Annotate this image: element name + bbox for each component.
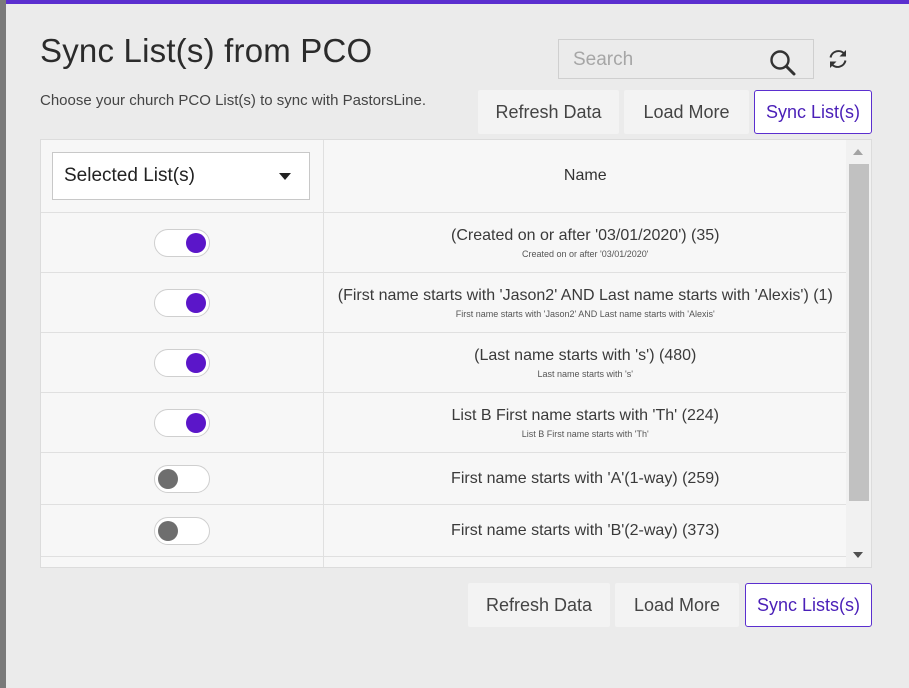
toggle-knob <box>185 232 206 253</box>
list-sync-toggle[interactable] <box>153 516 210 545</box>
list-name: First name starts with 'B'(2-way) (373) <box>451 521 720 539</box>
scroll-up-arrow-icon[interactable] <box>853 149 863 155</box>
modal-title: Sync List(s) from PCO <box>40 32 373 69</box>
chevron-down-icon <box>279 173 291 180</box>
scroll-down-arrow-icon[interactable] <box>853 552 863 558</box>
load-more-button-top[interactable]: Load More <box>624 90 749 134</box>
list-description: List B First name starts with 'Th' <box>521 428 649 439</box>
filter-header-cell: Selected List(s) <box>41 140 324 213</box>
table-row: (Created on or after '03/01/2020') (35) … <box>41 212 847 273</box>
list-name: List B First name starts with 'Th' (224) <box>451 406 719 424</box>
name-column-header: Name <box>323 140 847 213</box>
toggle-knob <box>157 520 178 541</box>
load-more-button-bottom[interactable]: Load More <box>615 583 739 627</box>
search-icon[interactable] <box>769 49 797 77</box>
table-row: First name starts with 'B'(2-way) (373) <box>41 504 847 557</box>
table-header-row: Selected List(s) Name <box>41 140 847 213</box>
search-input[interactable] <box>571 46 765 74</box>
table-row <box>41 556 847 567</box>
sync-lists-modal: Sync List(s) from PCO Choose your church… <box>6 0 909 688</box>
list-sync-toggle[interactable] <box>153 464 210 493</box>
selected-lists-dropdown[interactable]: Selected List(s) <box>52 152 310 200</box>
toggle-knob <box>157 468 178 489</box>
table-row: First name starts with 'A'(1-way) (259) <box>41 452 847 505</box>
table-row: (First name starts with 'Jason2' AND Las… <box>41 272 847 333</box>
list-sync-toggle[interactable] <box>153 348 210 377</box>
lists-table-grid: Selected List(s) Name (Created on or aft… <box>41 140 847 567</box>
sync-lists-button-top[interactable]: Sync List(s) <box>754 90 872 134</box>
list-description: Last name starts with 's' <box>537 368 633 379</box>
toggle-knob <box>185 352 206 373</box>
list-sync-toggle[interactable] <box>153 288 210 317</box>
table-scrollbar[interactable] <box>846 140 871 567</box>
scrollbar-thumb[interactable] <box>849 164 869 501</box>
toggle-knob <box>185 412 206 433</box>
list-sync-toggle[interactable] <box>153 228 210 257</box>
list-name: (Created on or after '03/01/2020') (35) <box>451 226 720 244</box>
lists-table: Selected List(s) Name (Created on or aft… <box>40 139 872 568</box>
refresh-icon[interactable] <box>826 47 850 71</box>
refresh-data-button-top[interactable]: Refresh Data <box>478 90 619 134</box>
toggle-knob <box>185 292 206 313</box>
list-name: First name starts with 'A'(1-way) (259) <box>451 469 720 487</box>
table-row: List B First name starts with 'Th' (224)… <box>41 392 847 453</box>
table-row: (Last name starts with 's') (480) Last n… <box>41 332 847 393</box>
list-sync-toggle[interactable] <box>153 408 210 437</box>
refresh-data-button-bottom[interactable]: Refresh Data <box>468 583 610 627</box>
dropdown-selected-value: Selected List(s) <box>64 165 195 186</box>
sync-lists-button-bottom[interactable]: Sync Lists(s) <box>745 583 872 627</box>
list-name: (First name starts with 'Jason2' AND Las… <box>337 286 833 304</box>
modal-subtitle: Choose your church PCO List(s) to sync w… <box>40 92 426 109</box>
list-description: First name starts with 'Jason2' AND Last… <box>455 308 715 319</box>
list-description: Created on or after '03/01/2020' <box>521 248 649 259</box>
search-box <box>558 39 814 79</box>
list-name: (Last name starts with 's') (480) <box>474 346 697 364</box>
